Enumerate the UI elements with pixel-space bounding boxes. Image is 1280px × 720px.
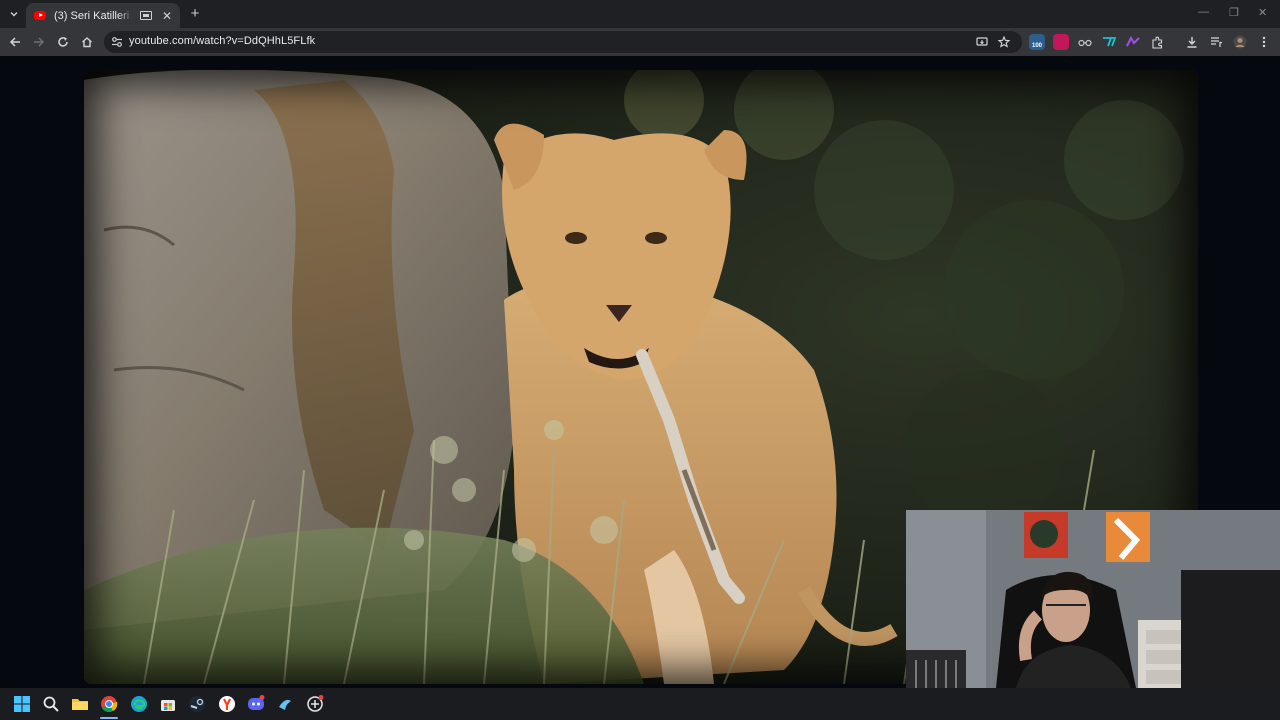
webcam-overlay (906, 510, 1280, 688)
taskbar (0, 688, 1280, 720)
store-icon[interactable] (159, 695, 177, 713)
active-app-indicator (100, 717, 118, 719)
address-bar[interactable]: youtube.com/watch?v=DdQHhL5FLfk (104, 31, 1022, 53)
kebab-menu-icon[interactable] (1254, 32, 1274, 52)
yandex-icon[interactable] (218, 695, 236, 713)
close-window-icon[interactable]: ✕ (1258, 6, 1267, 19)
webcam-streamer-image (906, 510, 1280, 688)
search-icon[interactable] (42, 695, 60, 713)
steam-icon-2[interactable] (276, 695, 294, 713)
edge-icon[interactable] (130, 695, 148, 713)
extension-glasses-icon[interactable] (1077, 34, 1093, 50)
extension-pink-icon[interactable] (1053, 34, 1069, 50)
tab-youtube[interactable]: (3) Seri Katilleri Neden Bu K ✕ (26, 3, 180, 28)
star-icon[interactable] (994, 32, 1014, 52)
url-text: youtube.com/watch?v=DdQHhL5FLfk (129, 35, 316, 47)
back-arrow-icon[interactable] (5, 32, 25, 52)
minimize-icon[interactable]: — (1198, 6, 1209, 18)
reload-icon[interactable] (53, 32, 73, 52)
extension-badge: 100 (1031, 42, 1042, 49)
discord-icon[interactable] (247, 695, 265, 713)
puzzle-icon[interactable] (1147, 32, 1167, 52)
close-tab-icon[interactable]: ✕ (162, 9, 172, 23)
media-playing-icon (140, 11, 152, 20)
chevron-down-icon[interactable] (3, 3, 25, 25)
youtube-icon (34, 11, 46, 20)
maximize-icon[interactable]: ❐ (1229, 6, 1239, 19)
extension-100-icon[interactable]: 100 (1029, 34, 1045, 50)
windows-start-icon[interactable] (13, 695, 31, 713)
extension-teal-icon[interactable] (1101, 34, 1117, 50)
forward-arrow-icon[interactable] (29, 32, 49, 52)
media-control-icon[interactable] (1206, 32, 1226, 52)
home-icon[interactable] (77, 32, 97, 52)
install-app-icon[interactable] (972, 32, 992, 52)
tab-title: (3) Seri Katilleri Neden Bu K (54, 9, 134, 22)
tab-strip: (3) Seri Katilleri Neden Bu K ✕ + — ❐ ✕ (0, 0, 1280, 28)
chrome-icon[interactable] (100, 695, 118, 713)
steam-icon[interactable] (188, 695, 206, 713)
app-icon[interactable] (306, 695, 324, 713)
download-icon[interactable] (1182, 32, 1202, 52)
extension-purple-icon[interactable] (1125, 34, 1141, 50)
file-explorer-icon[interactable] (71, 695, 89, 713)
browser-toolbar: youtube.com/watch?v=DdQHhL5FLfk 100 (0, 28, 1280, 56)
new-tab-button[interactable]: + (188, 5, 202, 23)
profile-avatar[interactable] (1230, 32, 1250, 52)
site-info-icon[interactable] (111, 36, 123, 48)
